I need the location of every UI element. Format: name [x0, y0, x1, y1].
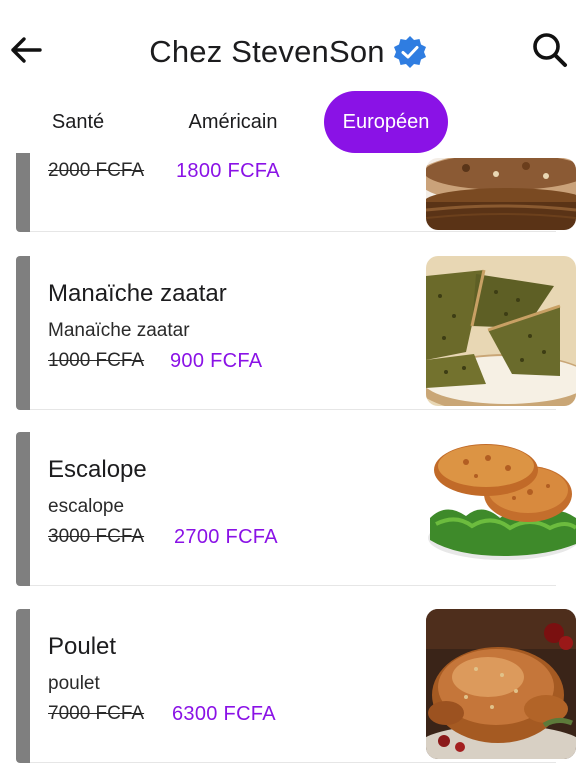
search-icon	[533, 33, 567, 67]
discount-price: 900 FCFA	[170, 350, 263, 372]
pizza-image	[426, 158, 576, 230]
menu-item-card[interactable]: Escalope escalope 3000 FCFA 2700 FCFA	[16, 432, 576, 586]
category-tabs: Santé Américain Européen	[0, 91, 576, 153]
card-accent-bar	[16, 609, 30, 763]
card-divider	[30, 409, 556, 410]
item-description: Manaïche zaatar	[48, 320, 190, 341]
menu-item-card[interactable]: Poulet poulet 7000 FCFA 6300 FCFA	[16, 609, 576, 763]
page-title: Chez StevenSon	[149, 34, 385, 69]
card-divider	[30, 231, 556, 232]
tab-europeen[interactable]: Européen	[324, 91, 448, 153]
old-price: 7000 FCFA	[48, 703, 145, 724]
menu-item-card[interactable]: Manaïche zaatar Manaïche zaatar 1000 FCF…	[16, 256, 576, 410]
discount-price: 2700 FCFA	[174, 526, 278, 548]
item-name: Manaïche zaatar	[48, 280, 227, 307]
item-name: Escalope	[48, 456, 147, 483]
tab-americain[interactable]: Américain	[166, 91, 300, 153]
top-app-bar: Chez StevenSon	[0, 0, 576, 100]
discount-price: 1800 FCFA	[176, 160, 280, 182]
verified-badge-icon	[393, 35, 427, 69]
item-name: Poulet	[48, 633, 117, 660]
old-price: 1000 FCFA	[48, 350, 145, 371]
tab-sante[interactable]: Santé	[26, 91, 130, 153]
escalope-image	[426, 432, 576, 582]
app-screen: 2000 FCFA 1800 FCFA Manaïche zaatar Mana…	[0, 0, 576, 768]
manaiche-image	[426, 256, 576, 406]
card-accent-bar	[16, 256, 30, 410]
item-description: escalope	[48, 496, 125, 517]
old-price: 3000 FCFA	[48, 526, 145, 547]
header-title-group: Chez StevenSon	[0, 30, 576, 74]
search-button[interactable]	[528, 28, 572, 72]
card-divider	[30, 762, 556, 763]
old-price: 2000 FCFA	[48, 160, 145, 181]
card-divider	[30, 585, 556, 586]
discount-price: 6300 FCFA	[172, 703, 276, 725]
roast-chicken-image	[426, 609, 576, 759]
card-accent-bar	[16, 432, 30, 586]
item-description: poulet	[48, 673, 100, 694]
